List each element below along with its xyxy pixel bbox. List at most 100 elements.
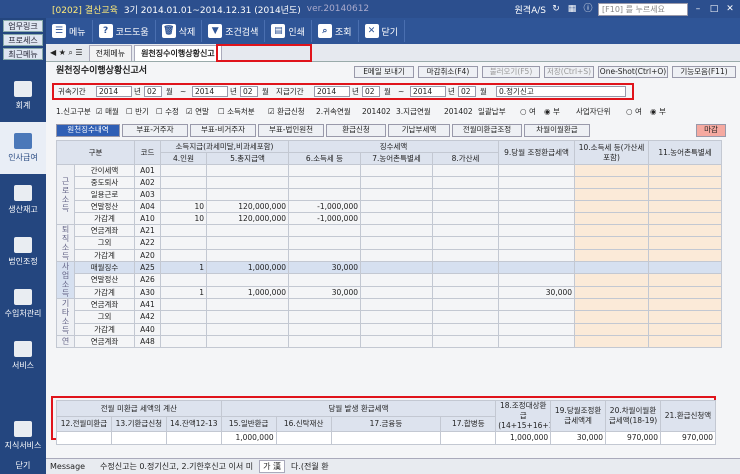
pay-month-from[interactable]: 02 [362,86,380,97]
cell-count[interactable] [160,273,207,287]
cell-amount[interactable] [206,176,289,189]
table-row[interactable]: 사업소득 매월징수 A25 1 1,000,000 30,000 [56,260,723,299]
disposal-checkbox[interactable]: ☐ 소득처분 [218,106,255,117]
val-19[interactable]: 30,000 [550,431,607,445]
cell-addtax[interactable] [431,200,500,213]
subtab-corp[interactable]: 부표-법인원천 [258,124,324,137]
cell-refund[interactable] [574,188,650,201]
cell-count[interactable] [160,297,207,312]
cell-tax[interactable] [288,297,361,312]
val-18[interactable]: 1,000,000 [495,431,552,445]
cell-agri[interactable] [360,285,433,300]
cell-agri[interactable] [360,273,433,287]
cell-tax[interactable] [288,176,361,189]
table-row[interactable]: 일용근로 A03 [57,188,723,201]
cell-refund[interactable] [648,200,723,213]
cell-amount[interactable] [206,223,289,238]
table-row[interactable]: 가감계 A10 10 120,000,000 -1,000,000 [57,212,723,225]
oneshot-button[interactable]: One-Shot(Ctrl+O) [598,66,668,78]
cell-adjust[interactable] [498,236,576,250]
cell-agri[interactable] [360,297,433,312]
grid-icon[interactable]: ▦ [566,3,578,15]
process-button[interactable]: 프로세스 [3,34,43,46]
cell-agri[interactable] [360,223,433,238]
cell-tax[interactable]: 30,000 [288,260,361,275]
batch-yes-radio[interactable]: ○ 여 [520,106,536,117]
condition-search-button[interactable]: ▼ 조건검색 [202,20,266,42]
cell-refund[interactable] [574,200,650,213]
cell-addtax[interactable] [431,164,500,177]
cell-amount[interactable] [206,297,289,312]
remote-as-button[interactable]: 원격A/S [515,3,546,16]
refund-checkbox[interactable]: ☑ 환급신청 [268,106,305,117]
cell-adjust[interactable] [498,260,576,275]
cell-adjust[interactable] [498,188,576,201]
cell-addtax[interactable] [431,273,500,287]
delete-button[interactable]: 🗑 삭제 [156,20,203,42]
cell-addtax[interactable] [431,310,500,324]
sidebar-item-production[interactable]: 생산재고 [0,174,46,226]
cell-tax[interactable] [288,322,361,337]
sidebar-close-button[interactable]: 닫기 [0,458,46,474]
menu-search-input[interactable]: [F10] 를 누르세요 [598,2,688,16]
cell-agri[interactable] [360,260,433,275]
table-row[interactable]: 가감계 A40 [57,322,723,337]
close-window-icon[interactable]: ✕ [724,3,736,15]
report-type-select[interactable]: 0.정기신고 [496,86,626,97]
cell-tax[interactable] [288,273,361,287]
unit-no-radio[interactable]: ◉ 부 [650,106,666,117]
quick-link-button[interactable]: 업무링크 [3,20,43,32]
cell-addtax[interactable] [431,176,500,189]
cell-adjust[interactable] [498,273,576,287]
cell-amount[interactable] [206,310,289,324]
subtab-nonresident[interactable]: 부표-비거주자 [190,124,256,137]
val-15[interactable]: 1,000,000 [220,431,277,445]
sidebar-item-hr[interactable]: 인사급여 [0,122,46,174]
cell-adjust[interactable]: 30,000 [498,285,576,300]
table-row[interactable]: 연 연금계좌 A48 [56,335,723,348]
cell-count[interactable] [160,310,207,324]
tab-all-menu[interactable]: 전체메뉴 [88,45,133,61]
cell-tax[interactable] [288,310,361,324]
cell-refund[interactable] [574,236,650,250]
minimize-icon[interactable]: – [692,3,704,15]
half-year-checkbox[interactable]: ☐ 반기 [126,106,149,117]
cell-refund[interactable] [648,335,723,348]
cell-refund[interactable] [648,297,723,312]
cell-refund[interactable] [648,188,723,201]
cell-refund[interactable] [574,164,650,177]
cell-addtax[interactable] [431,322,500,337]
attr-year-from[interactable]: 2014 [96,86,132,97]
cell-count[interactable] [160,248,207,263]
pay-year-to[interactable]: 2014 [410,86,446,97]
info-icon[interactable]: ⓘ [582,3,594,15]
cell-refund[interactable] [648,273,723,287]
val-12[interactable] [56,431,112,445]
val-13[interactable] [110,431,167,445]
cell-adjust[interactable] [498,322,576,337]
val-20[interactable]: 970,000 [605,431,661,445]
cell-tax[interactable] [288,188,361,201]
cell-refund[interactable] [648,176,723,189]
cell-refund[interactable] [648,223,723,238]
table-row[interactable]: 가감계 A20 [57,248,723,263]
batch-no-radio[interactable]: ◉ 부 [544,106,560,117]
tab-nav-icons[interactable]: ◀ ★ ⌕ ☰ [46,45,87,61]
cell-adjust[interactable] [498,248,576,263]
cell-count[interactable] [160,322,207,337]
cell-agri[interactable] [360,164,433,177]
cell-adjust[interactable] [498,200,576,213]
cell-refund[interactable] [574,335,650,348]
table-row[interactable]: 연말정산 A26 [57,273,723,287]
subtab-next-refund[interactable]: 차월이월환급 [524,124,590,137]
cell-agri[interactable] [360,310,433,324]
table-row[interactable]: 가감계 A30 1 1,000,000 30,000 30,000 [57,285,723,300]
sidebar-item-accounting[interactable]: 회계 [0,70,46,122]
subtab-refund[interactable]: 환급신청 [326,124,386,137]
attr-year-to[interactable]: 2014 [192,86,228,97]
amend-checkbox[interactable]: ☐ 수정 [156,106,179,117]
cell-refund[interactable] [574,285,650,300]
val-17a[interactable] [330,431,442,445]
cell-addtax[interactable] [431,236,500,250]
val-14[interactable] [165,431,222,445]
